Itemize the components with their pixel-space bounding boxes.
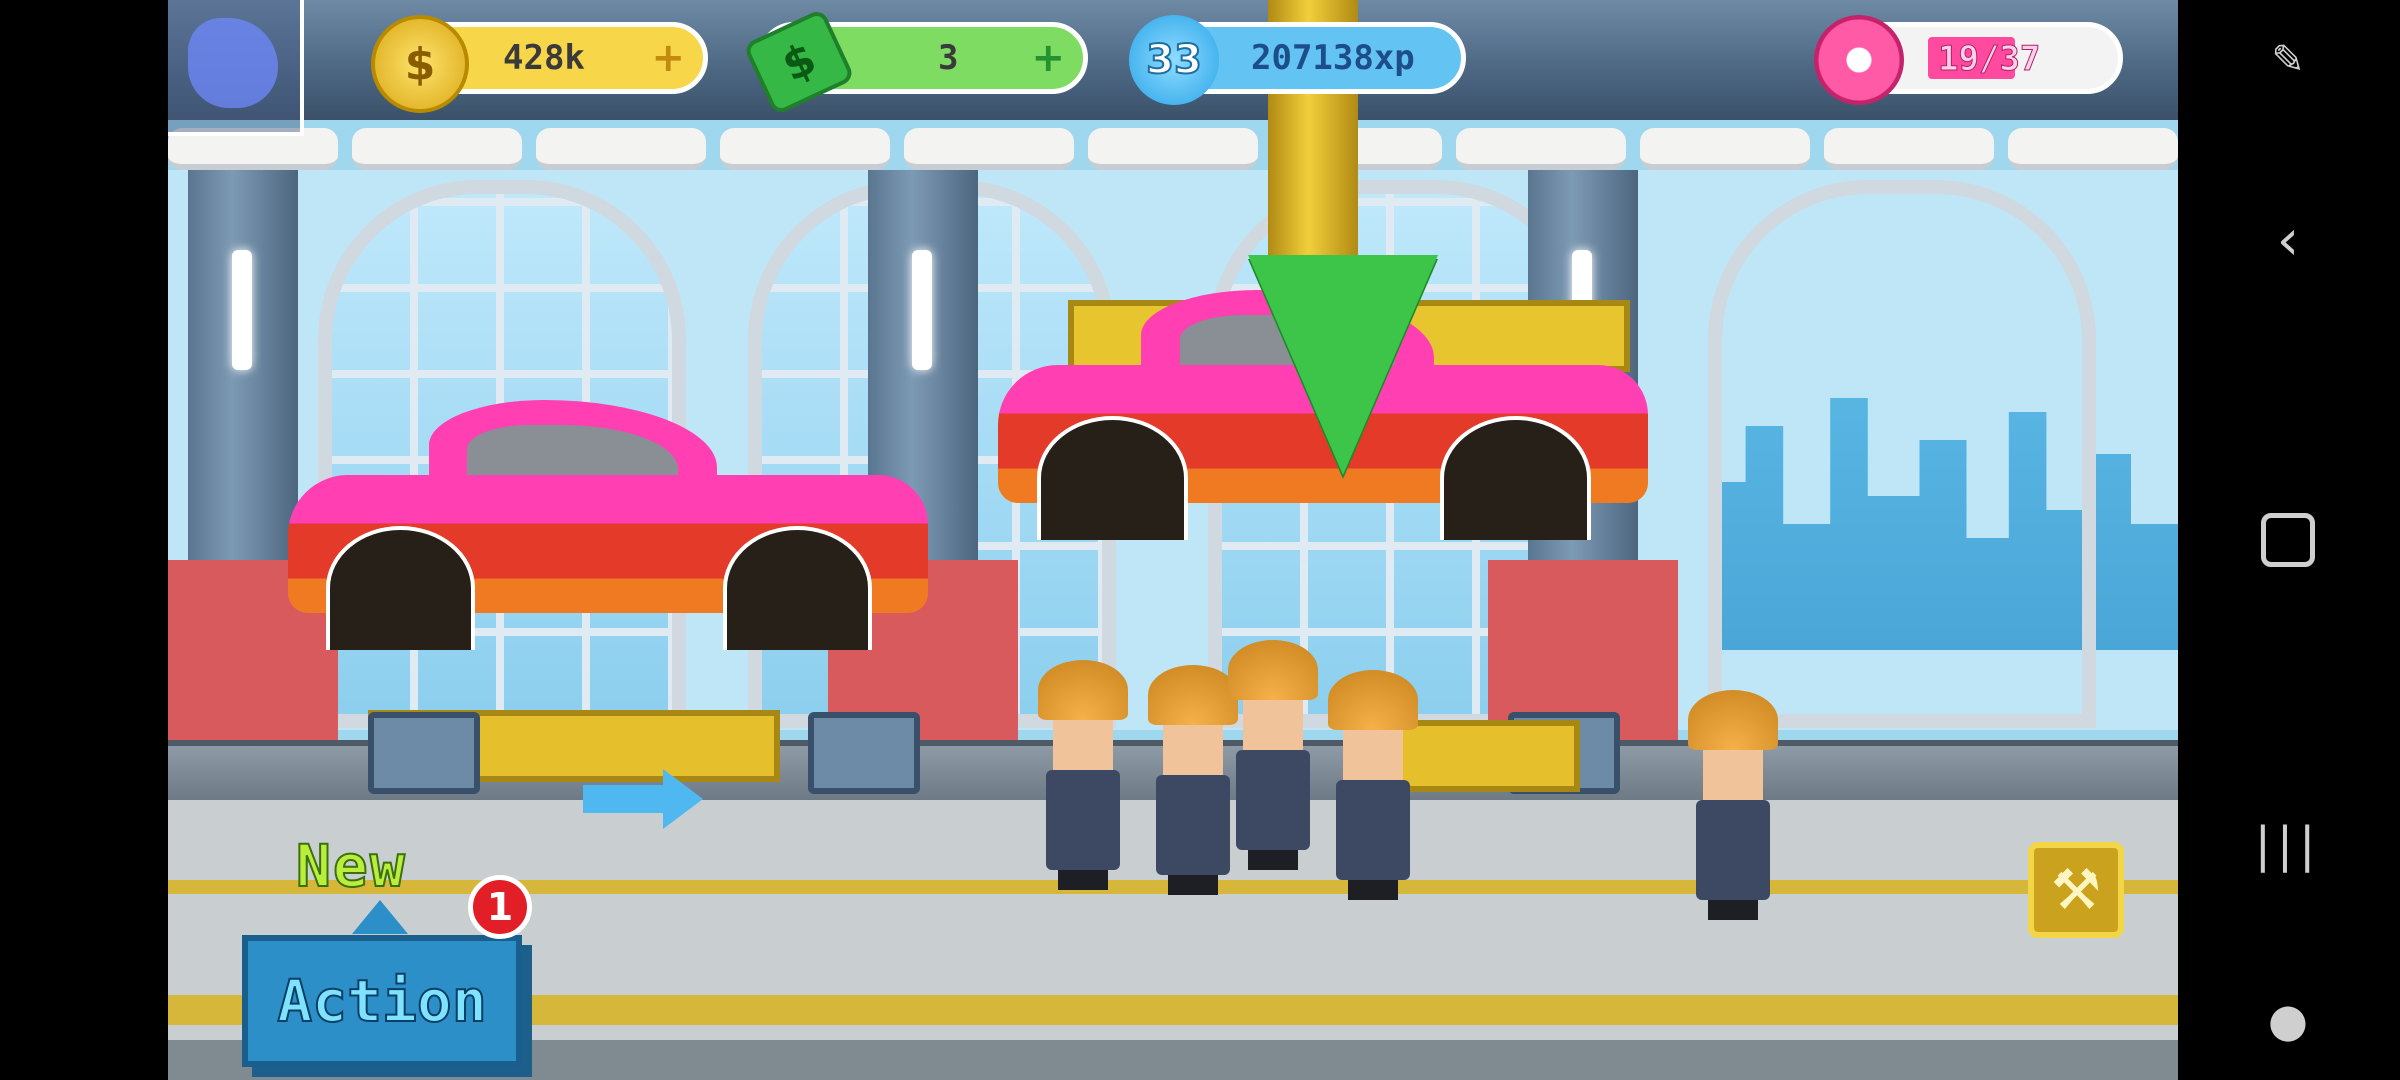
cash-plus-button[interactable]: + xyxy=(1031,35,1065,81)
wrench-icon: ⚒ xyxy=(2050,857,2102,923)
worker[interactable] xyxy=(1228,640,1318,870)
donut-counter[interactable]: 19/37 xyxy=(1814,15,2123,105)
green-arrow-icon xyxy=(1248,255,1438,475)
ceiling-lights xyxy=(168,128,2178,170)
action-button[interactable]: Action xyxy=(242,935,522,1067)
coins-counter[interactable]: $ 428k + xyxy=(371,15,708,113)
xp-value: 207138xp xyxy=(1251,38,1415,78)
paint-splash-icon xyxy=(188,18,278,108)
home-square-icon[interactable] xyxy=(2248,500,2328,580)
map-button[interactable] xyxy=(168,0,304,136)
rail-cart xyxy=(808,712,920,794)
game-viewport[interactable]: $ 428k + $ 3 + 33 207138xp 19/37 New Act… xyxy=(168,0,2178,1080)
dollar-coin-icon: $ xyxy=(371,15,469,113)
recents-lines-icon[interactable]: ||| xyxy=(2248,805,2328,885)
factory-pillar xyxy=(168,170,338,790)
coins-value: 428k xyxy=(503,38,585,78)
blue-arrow-icon xyxy=(583,769,703,829)
car-body-left[interactable] xyxy=(288,400,928,650)
donut-icon xyxy=(1814,15,1904,105)
factory-window xyxy=(1708,180,2096,728)
coins-plus-button[interactable]: + xyxy=(651,35,685,81)
worker[interactable] xyxy=(1148,665,1238,895)
system-navigation-bar: ✎ ‹ ||| ● xyxy=(2178,0,2400,1080)
back-chevron-icon[interactable]: ‹ xyxy=(2248,200,2328,280)
worker[interactable] xyxy=(1688,690,1778,920)
new-label: New xyxy=(295,831,407,901)
rail-cart xyxy=(368,712,480,794)
level-value: 33 xyxy=(1145,36,1203,84)
donut-value: 19/37 xyxy=(1937,39,2041,80)
worker[interactable] xyxy=(1038,660,1128,890)
action-pointer xyxy=(352,900,408,934)
screen-assist-icon[interactable]: ✎ xyxy=(2248,20,2328,100)
xp-star-icon: 33 xyxy=(1129,15,1219,105)
upgrade-button[interactable]: ⚒ xyxy=(2028,842,2124,938)
action-button-label: Action xyxy=(276,966,488,1036)
gamepad-icon[interactable]: ● xyxy=(2248,980,2328,1060)
worker[interactable] xyxy=(1328,670,1418,900)
notification-badge: 1 xyxy=(468,875,532,939)
cash-counter[interactable]: $ 3 + xyxy=(742,8,1088,116)
cash-value: 3 xyxy=(938,38,959,78)
xp-counter[interactable]: 33 207138xp xyxy=(1129,15,1466,105)
